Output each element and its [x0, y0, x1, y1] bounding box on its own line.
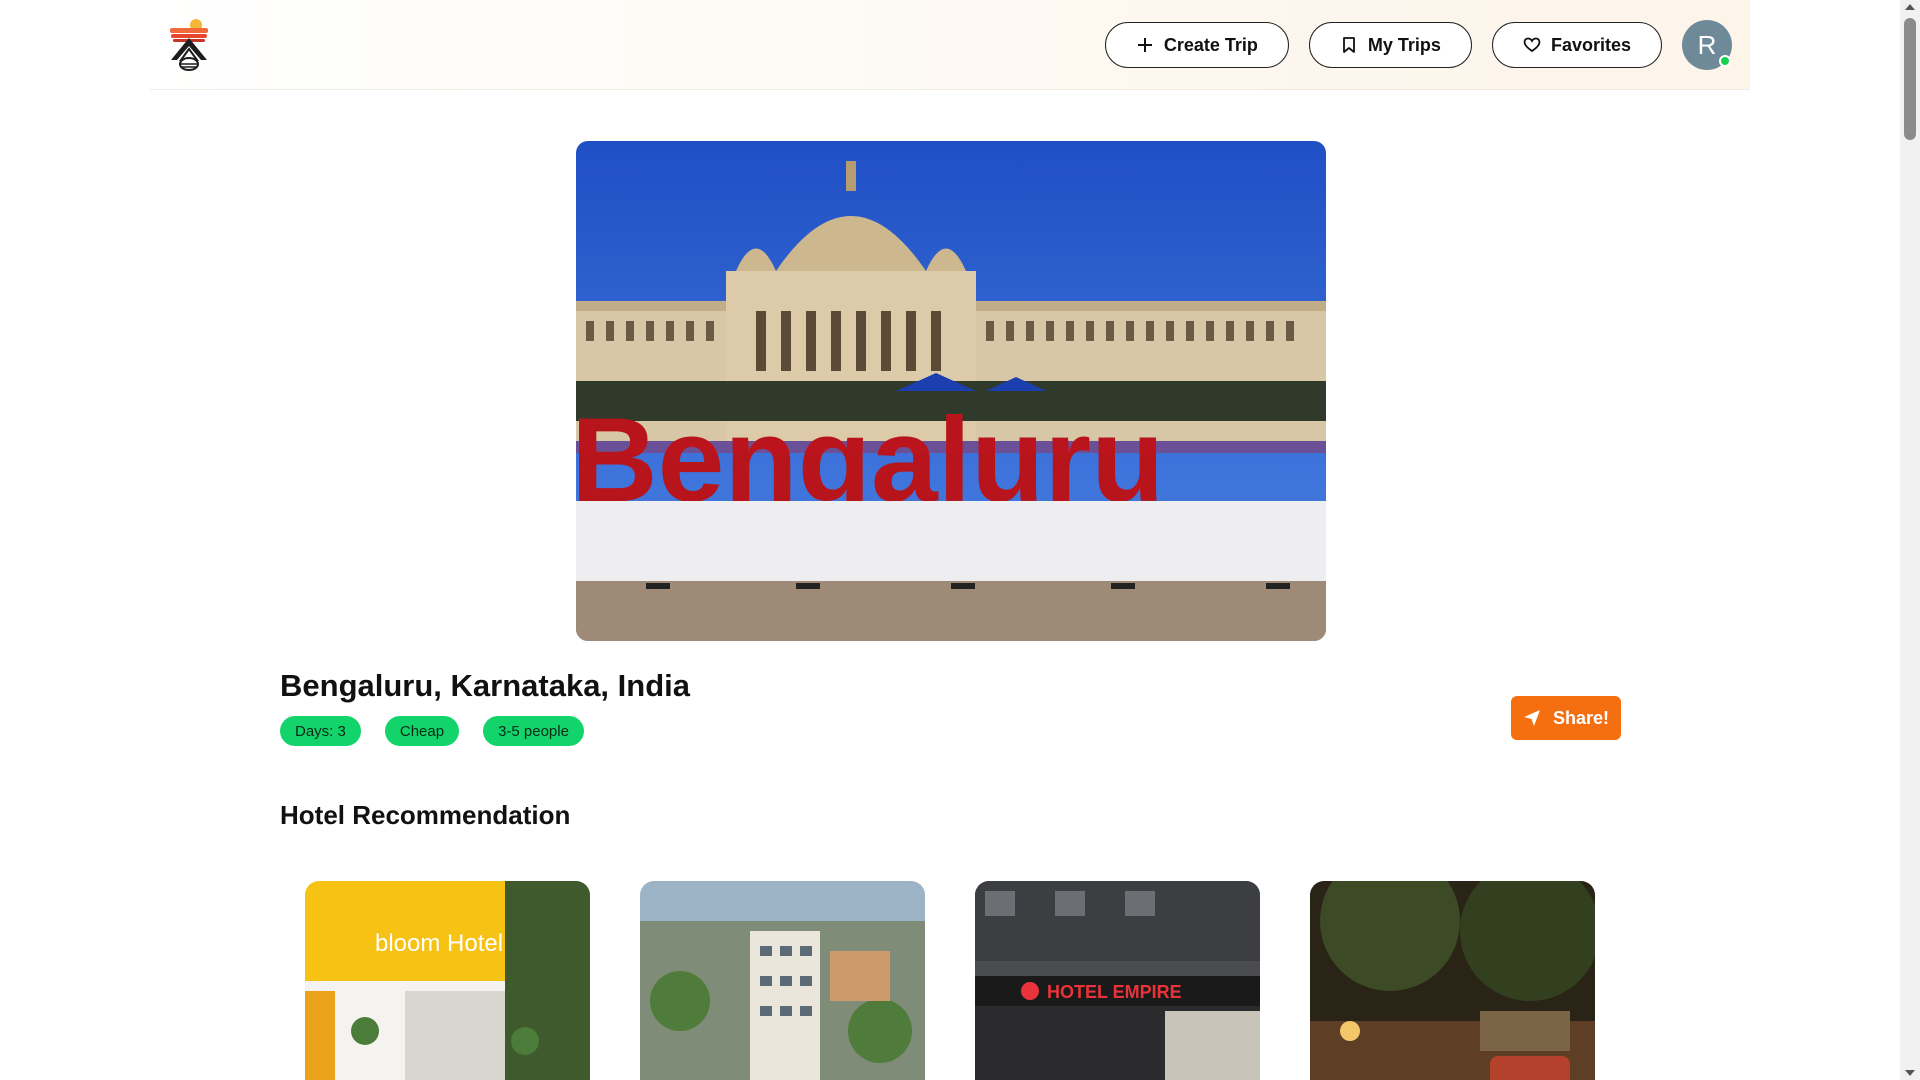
- share-label: Share!: [1552, 707, 1610, 728]
- budget-badge: Cheap: [384, 716, 460, 746]
- heart-icon: [1523, 37, 1541, 53]
- scroll-up-arrow-icon[interactable]: [1905, 4, 1915, 10]
- hotel-card[interactable]: [640, 881, 925, 1080]
- hotel-image: HOTEL EMPIRE: [975, 881, 1260, 1080]
- days-badge: Days: 3: [280, 716, 361, 746]
- favorites-label: Favorites: [1550, 34, 1631, 55]
- logo-icon: [170, 19, 208, 71]
- my-trips-button[interactable]: My Trips: [1308, 22, 1472, 68]
- travelers-badge: 3-5 people: [483, 716, 584, 746]
- hotel-image: [1310, 881, 1595, 1080]
- hotel-card[interactable]: bloom Hotel: [305, 881, 590, 1080]
- create-trip-label: Create Trip: [1163, 34, 1258, 55]
- page: Create Trip My Trips Favorites R Bengalu…: [0, 0, 1920, 1080]
- hotel-image: bloom Hotel: [305, 881, 590, 1080]
- top-navbar: Create Trip My Trips Favorites R: [150, 0, 1750, 90]
- plus-icon: [1137, 38, 1152, 52]
- online-status-indicator: [1719, 55, 1731, 67]
- user-avatar[interactable]: R: [1682, 20, 1732, 70]
- hero-illustration: Bengaluru: [576, 141, 1326, 641]
- nav-actions: Create Trip My Trips Favorites R: [1104, 20, 1732, 70]
- hotel-sign: bloom Hotel: [375, 930, 503, 957]
- hotel-card-list: bloom Hotel HOTEL EMPIRE: [305, 881, 1595, 1080]
- hotel-sign: HOTEL EMPIRE: [1047, 982, 1182, 1002]
- share-button[interactable]: Share!: [1511, 696, 1621, 740]
- scroll-down-arrow-icon[interactable]: [1905, 1070, 1915, 1076]
- send-icon: [1523, 710, 1540, 726]
- destination-hero-image: Bengaluru: [576, 141, 1326, 641]
- trip-badges: Days: 3 Cheap 3-5 people: [280, 716, 584, 746]
- favorites-button[interactable]: Favorites: [1491, 22, 1662, 68]
- hotel-section-title: Hotel Recommendation: [280, 800, 571, 830]
- travel-logo[interactable]: [168, 18, 210, 72]
- avatar-initial: R: [1697, 29, 1717, 60]
- create-trip-button[interactable]: Create Trip: [1104, 22, 1289, 68]
- trip-destination-title: Bengaluru, Karnataka, India: [280, 668, 690, 703]
- hotel-card[interactable]: HOTEL EMPIRE: [975, 881, 1260, 1080]
- hotel-image: [640, 881, 925, 1080]
- scrollbar-thumb[interactable]: [1904, 18, 1916, 140]
- page-scrollbar[interactable]: [1900, 0, 1920, 1080]
- hotel-card[interactable]: [1310, 881, 1595, 1080]
- bookmark-icon: [1343, 37, 1355, 53]
- my-trips-label: My Trips: [1367, 34, 1441, 55]
